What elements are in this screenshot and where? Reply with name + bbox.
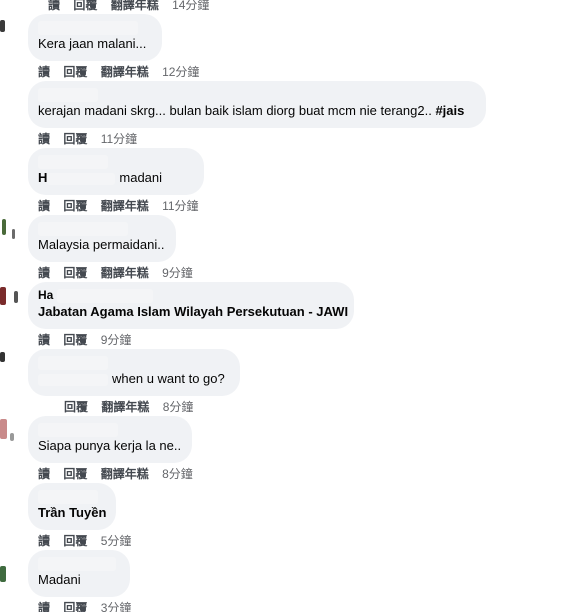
avatar[interactable] <box>0 215 22 245</box>
reply-button[interactable]: 回覆 <box>63 601 87 612</box>
comment-bubble: when u want to go? <box>28 349 240 396</box>
reply-button[interactable]: 回覆 <box>64 400 88 414</box>
read-button[interactable]: 讀 <box>38 534 50 548</box>
comment-author[interactable]: Ha <box>38 288 344 303</box>
comment-text: Kera jaan malani... <box>38 36 147 51</box>
comment-time[interactable]: 3分鐘 <box>101 601 132 612</box>
comment-actions: 讀 回覆 5分鐘 <box>28 532 141 550</box>
comment-author[interactable] <box>38 556 120 571</box>
read-button[interactable]: 讀 <box>38 333 50 347</box>
avatar[interactable] <box>0 350 22 380</box>
comment-thread: 讀 回覆 翻譯年糕 14分鐘 Kera jaan malani... 讀 回覆 … <box>0 0 576 612</box>
reply-button[interactable]: 回覆 <box>63 199 87 213</box>
comment-text: Jabatan Agama Islam Wilayah Persekutuan … <box>38 304 349 319</box>
comment-item: when u want to go? 回覆 翻譯年糕 8分鐘 <box>28 349 240 416</box>
comment-actions: 讀 回覆 翻譯年糕 11分鐘 <box>28 197 209 215</box>
comment-author[interactable] <box>38 355 230 370</box>
reply-button[interactable]: 回覆 <box>63 333 87 347</box>
reply-button[interactable]: 回覆 <box>63 467 87 481</box>
translate-button[interactable]: 翻譯年糕 <box>101 199 149 213</box>
comment-time[interactable]: 9分鐘 <box>101 333 132 347</box>
avatar[interactable] <box>0 560 22 590</box>
comment-time[interactable]: 9分鐘 <box>162 266 193 280</box>
comment-author[interactable] <box>38 422 182 437</box>
comment-actions: 回覆 翻譯年糕 8分鐘 <box>28 398 240 416</box>
comment-actions-top: 讀 回覆 翻譯年糕 14分鐘 <box>38 0 219 14</box>
comment-text: when u want to go? <box>38 370 230 388</box>
hashtag-link[interactable]: #jais <box>435 103 464 118</box>
comment-actions: 讀 回覆 3分鐘 <box>28 599 141 612</box>
translate-button[interactable]: 翻譯年糕 <box>101 400 149 414</box>
comment-item: Kera jaan malani... 讀 回覆 翻譯年糕 12分鐘 <box>28 14 209 81</box>
comment-item: Siapa punya kerja la ne.. 讀 回覆 翻譯年糕 8分鐘 <box>28 416 203 483</box>
comment-bubble: Ha Jabatan Agama Islam Wilayah Persekutu… <box>28 282 354 329</box>
read-button[interactable]: 讀 <box>38 65 50 79</box>
comment-text: Hmadani <box>38 170 163 185</box>
comment-time[interactable]: 14分鐘 <box>172 0 209 12</box>
comment-time[interactable]: 12分鐘 <box>162 65 199 79</box>
comment-bubble: Kera jaan malani... <box>28 14 162 61</box>
comment-item: Hmadani 讀 回覆 翻譯年糕 11分鐘 <box>28 148 209 215</box>
reply-button[interactable]: 回覆 <box>73 0 97 12</box>
translate-button[interactable]: 翻譯年糕 <box>101 65 149 79</box>
read-button[interactable]: 讀 <box>38 199 50 213</box>
comment-item: Malaysia permaidani.. 讀 回覆 翻譯年糕 9分鐘 <box>28 215 203 282</box>
comment-bubble: kerajan madani skrg... bulan baik islam … <box>28 81 486 128</box>
comment-time[interactable]: 5分鐘 <box>101 534 132 548</box>
comment-author[interactable] <box>38 20 152 35</box>
comment-author[interactable] <box>38 154 194 169</box>
comment-text: Trần Tuyền <box>38 505 107 520</box>
comment-author[interactable] <box>38 489 106 504</box>
comment-text: Malaysia permaidani.. <box>38 237 165 252</box>
translate-button[interactable]: 翻譯年糕 <box>111 0 159 12</box>
comment-actions: 讀 回覆 9分鐘 <box>28 331 354 349</box>
comment-time[interactable]: 11分鐘 <box>101 132 137 146</box>
read-button[interactable]: 讀 <box>48 0 60 12</box>
comment-text: Siapa punya kerja la ne.. <box>38 438 182 453</box>
avatar[interactable] <box>0 415 22 445</box>
reply-button[interactable]: 回覆 <box>63 65 87 79</box>
comment-time[interactable]: 11分鐘 <box>162 199 198 213</box>
reply-button[interactable]: 回覆 <box>63 266 87 280</box>
comment-bubble: Siapa punya kerja la ne.. <box>28 416 192 463</box>
comment-item: Ha Jabatan Agama Islam Wilayah Persekutu… <box>28 282 354 349</box>
reply-button[interactable]: 回覆 <box>63 534 87 548</box>
read-button[interactable]: 讀 <box>38 467 50 481</box>
comment-time[interactable]: 8分鐘 <box>163 400 194 414</box>
comment-time[interactable]: 8分鐘 <box>162 467 193 481</box>
avatar[interactable] <box>0 283 22 313</box>
comment-bubble: Madani <box>28 550 130 597</box>
read-button[interactable]: 讀 <box>38 132 50 146</box>
comment-actions: 讀 回覆 翻譯年糕 12分鐘 <box>28 63 209 81</box>
translate-button[interactable]: 翻譯年糕 <box>101 467 149 481</box>
comment-item: Madani 讀 回覆 3分鐘 <box>28 550 141 612</box>
read-button[interactable]: 讀 <box>38 601 50 612</box>
comment-bubble: Hmadani <box>28 148 204 195</box>
comment-text: kerajan madani skrg... bulan baik islam … <box>38 103 465 118</box>
comment-bubble: Malaysia permaidani.. <box>28 215 176 262</box>
comment-actions: 讀 回覆 11分鐘 <box>28 130 486 148</box>
comment-item: kerajan madani skrg... bulan baik islam … <box>28 81 486 148</box>
comment-author[interactable] <box>38 221 166 236</box>
comment-bubble: Trần Tuyền <box>28 483 116 530</box>
comment-actions: 讀 回覆 翻譯年糕 8分鐘 <box>28 465 203 483</box>
comment-author[interactable] <box>38 87 476 102</box>
comment-actions: 讀 回覆 翻譯年糕 9分鐘 <box>28 264 203 282</box>
read-button[interactable]: 讀 <box>38 266 50 280</box>
reply-button[interactable]: 回覆 <box>63 132 87 146</box>
comment-text: Madani <box>38 572 81 587</box>
comment-item: Trần Tuyền 讀 回覆 5分鐘 <box>28 483 141 550</box>
translate-button[interactable]: 翻譯年糕 <box>101 266 149 280</box>
avatar[interactable] <box>0 12 22 42</box>
